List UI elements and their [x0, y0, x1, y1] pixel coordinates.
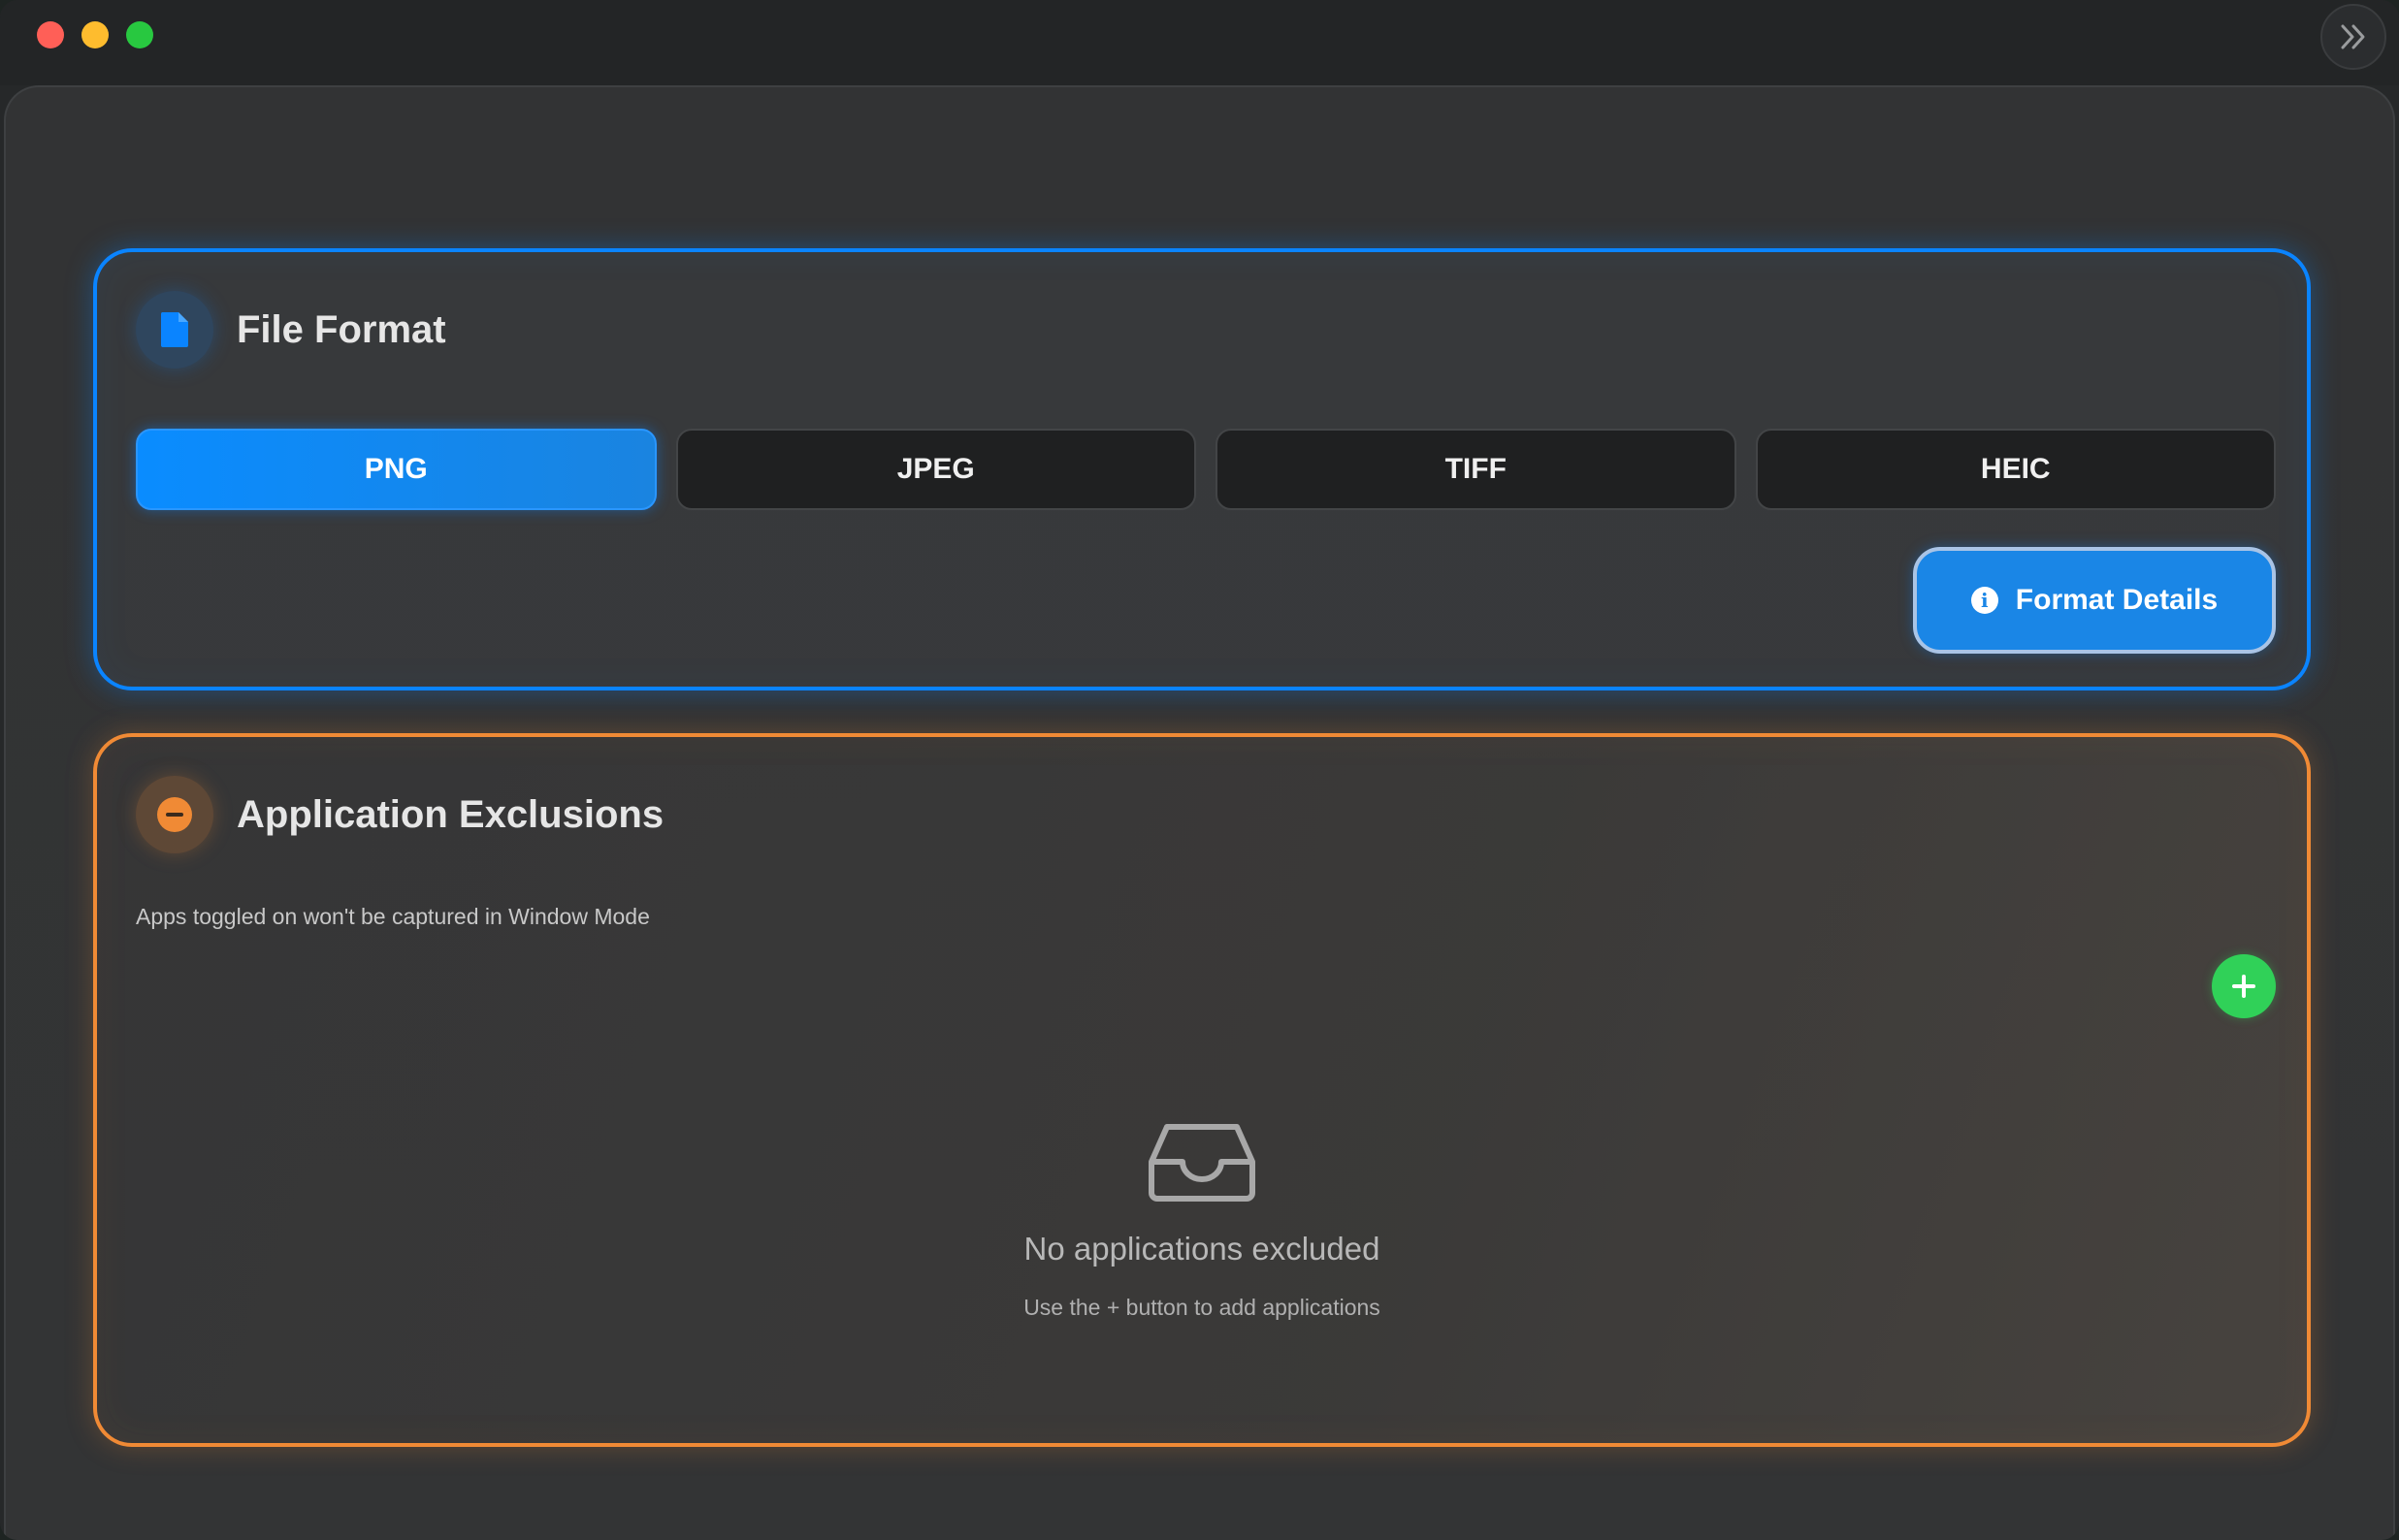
- format-details-label: Format Details: [2015, 584, 2219, 616]
- info-icon: i: [1970, 587, 1998, 614]
- file-format-title: File Format: [237, 308, 446, 351]
- title-bar: [0, 0, 2399, 85]
- add-application-button[interactable]: [2212, 954, 2276, 1018]
- maximize-window-button[interactable]: [126, 21, 153, 48]
- exclusions-title: Application Exclusions: [237, 793, 665, 836]
- application-exclusions-card: Application Exclusions Apps toggled on w…: [93, 733, 2311, 1447]
- exclusions-icon-badge: [136, 776, 213, 853]
- file-format-selector: PNG JPEG TIFF HEIC: [136, 429, 2276, 510]
- app-window: File Format PNG JPEG TIFF HEIC i Format …: [0, 0, 2399, 1540]
- format-option-tiff[interactable]: TIFF: [1216, 429, 1736, 510]
- minimize-window-button[interactable]: [81, 21, 109, 48]
- format-option-png[interactable]: PNG: [136, 429, 657, 510]
- chevron-double-right-icon: [2341, 24, 2365, 49]
- file-format-card: File Format PNG JPEG TIFF HEIC i Format …: [93, 248, 2311, 690]
- empty-state-title: No applications excluded: [1023, 1231, 1380, 1267]
- file-format-icon-badge: [136, 291, 213, 369]
- plus-icon: [2232, 975, 2255, 998]
- empty-state: No applications excluded Use the + butto…: [97, 1121, 2307, 1323]
- inbox-tray-icon: [1149, 1124, 1255, 1202]
- sidebar-toggle-button[interactable]: [2320, 4, 2386, 70]
- format-details-button[interactable]: i Format Details: [1913, 547, 2276, 654]
- document-icon: [160, 312, 188, 347]
- exclusions-subtitle: Apps toggled on won't be captured in Win…: [136, 904, 650, 929]
- minus-circle-icon: [157, 797, 192, 832]
- format-option-jpeg[interactable]: JPEG: [675, 429, 1196, 510]
- format-option-heic[interactable]: HEIC: [1755, 429, 2276, 510]
- close-window-button[interactable]: [37, 21, 64, 48]
- empty-state-hint: Use the + button to add applications: [1023, 1295, 1380, 1320]
